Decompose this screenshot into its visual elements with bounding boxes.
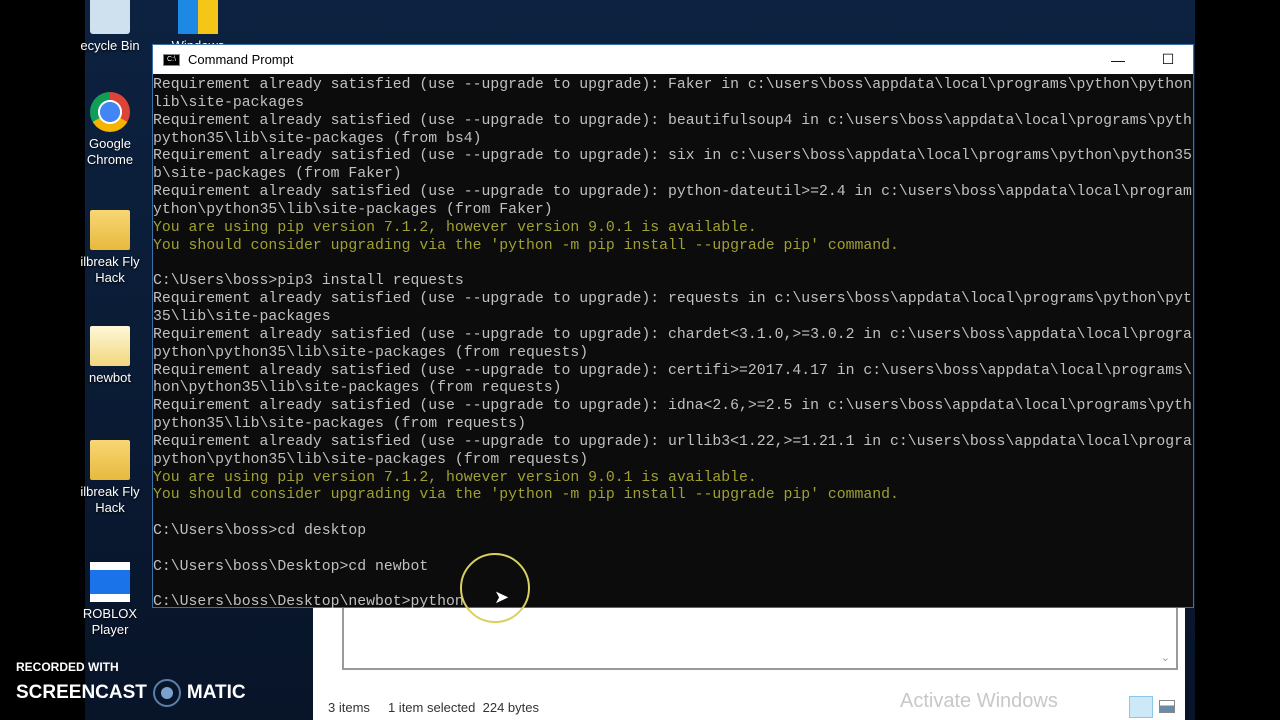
activate-windows-watermark: Activate Windows	[900, 690, 1058, 712]
console-line: C:\Users\boss>pip3 install requests	[153, 273, 464, 290]
console-line: ​	[153, 505, 1193, 523]
console-line: C:\Users\boss\Desktop>cd newbot	[153, 558, 429, 575]
console-line: Requirement already satisfied (use --upg…	[153, 326, 1192, 343]
console-line: Requirement already satisfied (use --upg…	[153, 77, 1192, 93]
console-line: Requirement already satisfied (use --upg…	[153, 398, 1192, 415]
console-line: Requirement already satisfied (use --upg…	[153, 362, 1192, 379]
console-line: C:\Users\boss\Desktop\newbot>python	[153, 594, 464, 609]
console-line: Requirement already satisfied (use --upg…	[153, 291, 1192, 308]
screencast-watermark: RECORDED WITH SCREENCAST MATIC	[16, 660, 246, 707]
minimize-button[interactable]: —	[1093, 45, 1143, 74]
console-line: python\python35\lib\site-packages (from …	[153, 344, 589, 361]
console-line: Requirement already satisfied (use --upg…	[153, 184, 1192, 201]
console-line: Requirement already satisfied (use --upg…	[153, 112, 1192, 129]
icon-label: ilbreak Fly Hack	[80, 254, 140, 285]
console-line: You should consider upgrading via the 'p…	[153, 487, 899, 504]
cmd-icon: C:\	[163, 53, 180, 66]
watermark-right: MATIC	[186, 682, 246, 703]
roblox-icon	[90, 562, 130, 602]
console-line: You should consider upgrading via the 'p…	[153, 237, 899, 254]
console-line: Requirement already satisfied (use --upg…	[153, 148, 1192, 165]
icon-label: ilbreak Fly Hack	[80, 484, 140, 515]
console-line: python\python35\lib\site-packages (from …	[153, 451, 589, 468]
console-line: ​	[153, 541, 1193, 559]
console-line: python35\lib\site-packages (from request…	[153, 416, 526, 433]
console-line: python35\lib\site-packages (from bs4)	[153, 130, 482, 147]
recycle-bin-icon	[90, 0, 130, 34]
zip-folder-icon	[90, 440, 130, 480]
icon-label: Google Chrome	[86, 136, 134, 167]
desktop-icon-roblox[interactable]: ROBLOX Player	[75, 562, 145, 638]
maximize-button[interactable]: ☐	[1143, 45, 1193, 74]
console-line: b\site-packages (from Faker)	[153, 166, 402, 183]
console-line: ​	[153, 255, 1193, 273]
windows-icon	[178, 0, 218, 34]
details-pane: ⌄	[342, 608, 1178, 670]
desktop-icon-zip[interactable]: ilbreak Fly Hack	[75, 440, 145, 516]
console-line: hon\python35\lib\site-packages (from req…	[153, 380, 562, 397]
watermark-left: SCREENCAST	[16, 682, 147, 703]
details-view-icon[interactable]	[1129, 696, 1153, 718]
console-output[interactable]: Requirement already satisfied (use --upg…	[153, 77, 1193, 609]
file-explorer-window: ⌄ 3 items 1 item selected 224 bytes Acti…	[313, 608, 1185, 720]
mouse-cursor-icon: ➤	[494, 587, 510, 607]
icon-label: ecycle Bin	[80, 38, 140, 53]
console-line: You are using pip version 7.1.2, however…	[153, 219, 757, 236]
desktop-icon-folder[interactable]: ilbreak Fly Hack	[75, 210, 145, 286]
status-bar: 3 items 1 item selected 224 bytes	[328, 700, 539, 715]
desktop-icon-chrome[interactable]: Google Chrome	[75, 92, 145, 168]
record-icon	[152, 679, 181, 707]
command-prompt-window[interactable]: C:\ Command Prompt — ☐ Requirement alread…	[152, 44, 1194, 609]
folder-icon	[90, 210, 130, 250]
folder-icon	[90, 326, 130, 366]
console-line: Requirement already satisfied (use --upg…	[153, 433, 1192, 450]
icon-label: ROBLOX Player	[82, 606, 138, 637]
icon-label: newbot	[89, 370, 131, 385]
console-line: 35\lib\site-packages	[153, 308, 331, 325]
desktop-icon-newbot[interactable]: newbot	[75, 326, 145, 386]
window-title: Command Prompt	[188, 52, 294, 67]
large-icons-view-icon[interactable]	[1159, 700, 1175, 713]
console-line: lib\site-packages	[153, 94, 304, 111]
watermark-text: RECORDED WITH	[16, 660, 119, 674]
console-line: You are using pip version 7.1.2, however…	[153, 469, 757, 486]
console-line: C:\Users\boss>cd desktop	[153, 523, 367, 540]
title-bar[interactable]: C:\ Command Prompt — ☐	[153, 45, 1193, 74]
console-line: ython\python35\lib\site-packages (from F…	[153, 201, 553, 218]
desktop-icon-recycle-bin[interactable]: ecycle Bin	[75, 0, 145, 54]
chevron-down-icon[interactable]: ⌄	[1161, 651, 1170, 664]
console-line: ​	[153, 577, 1193, 595]
chrome-icon	[90, 92, 130, 132]
